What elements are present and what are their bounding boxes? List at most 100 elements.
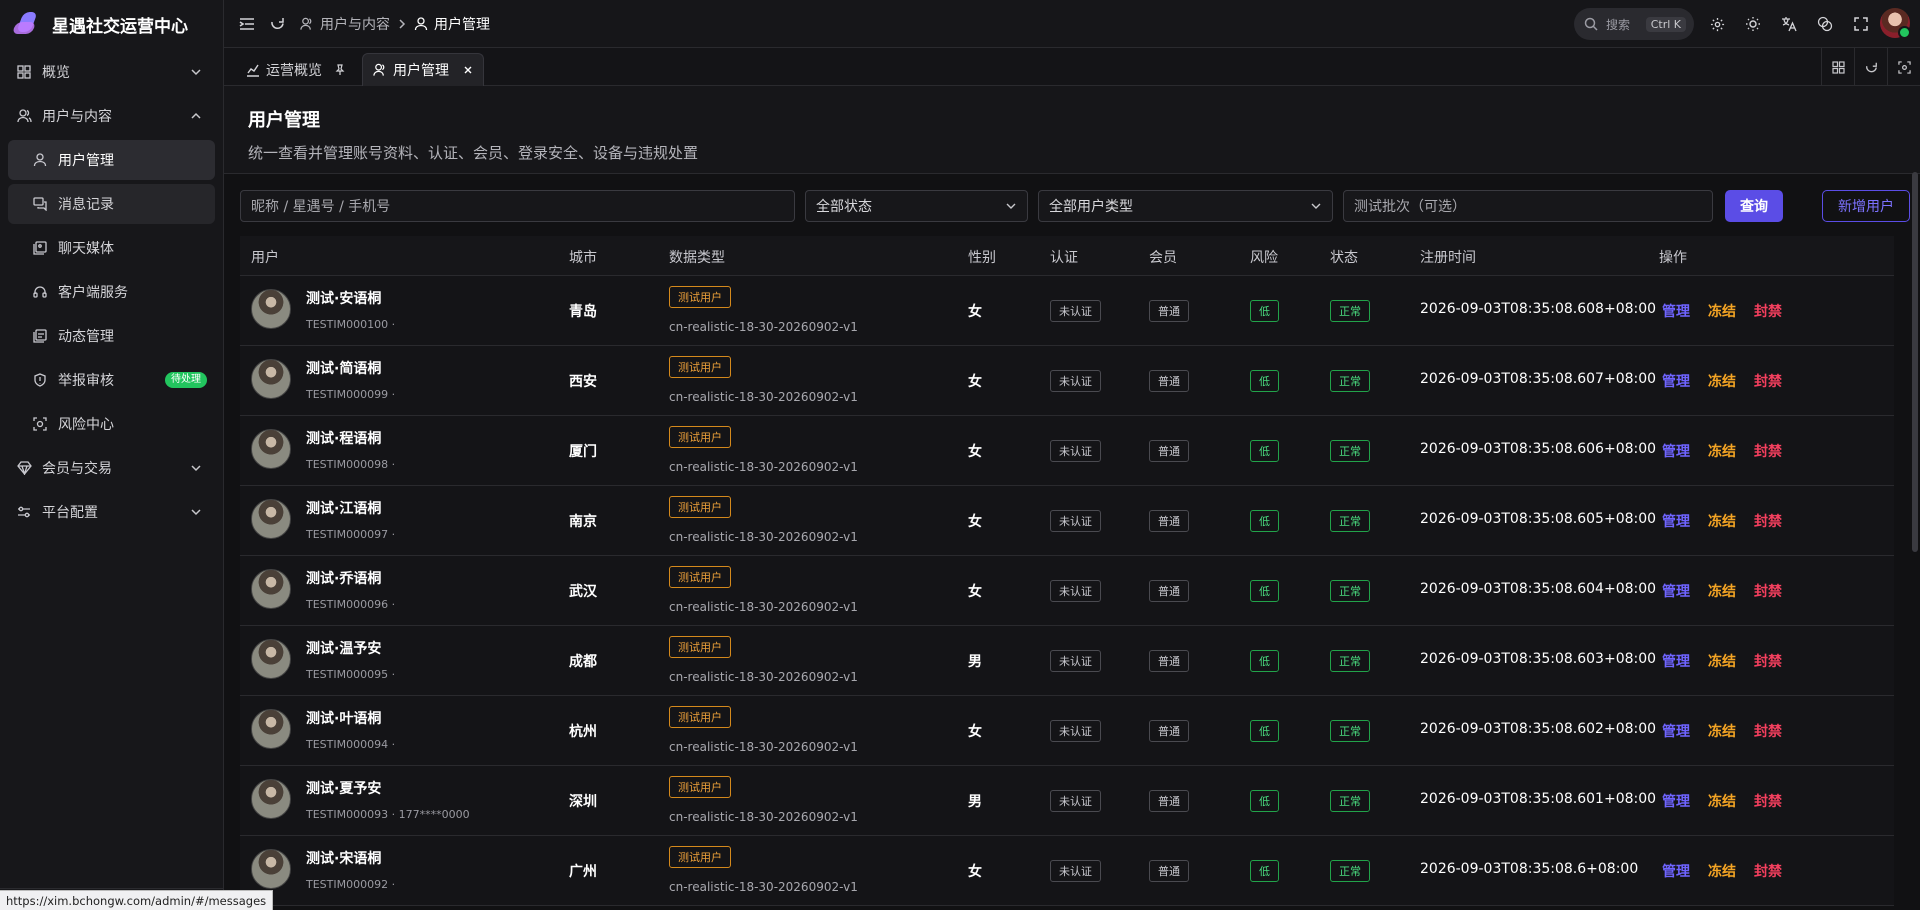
ban-link[interactable]: 封禁 bbox=[1754, 371, 1782, 391]
sidebar-item-report-review[interactable]: 举报审核 待处理 bbox=[8, 360, 215, 400]
sidebar-item-chat-media[interactable]: 聊天媒体 bbox=[8, 228, 215, 268]
sidebar-item-platform-config[interactable]: 平台配置 bbox=[8, 492, 215, 532]
sidebar-item-overview[interactable]: 概览 bbox=[8, 52, 215, 92]
user-name[interactable]: 测试·江语桐 bbox=[306, 498, 381, 518]
user-city: 南京 bbox=[569, 514, 597, 530]
query-button[interactable]: 查询 bbox=[1725, 190, 1783, 222]
sidebar: 星遇社交运营中心 概览 用户与内容 用户管理 消息记录 聊天媒体 客户端服务 动… bbox=[0, 0, 224, 910]
table-row[interactable]: 测试·程语桐 TESTIM000098 · 厦门 测试用户 cn-realist… bbox=[240, 416, 1894, 486]
col-regtime: 注册时间 bbox=[1420, 250, 1476, 266]
user-name[interactable]: 测试·程语桐 bbox=[306, 428, 381, 448]
tab-user-management[interactable]: 用户管理 bbox=[362, 53, 484, 86]
message-icon bbox=[32, 196, 48, 212]
freeze-link[interactable]: 冻结 bbox=[1708, 861, 1736, 881]
user-name[interactable]: 测试·宋语桐 bbox=[306, 848, 381, 868]
breadcrumb-item[interactable]: 用户与内容 bbox=[320, 14, 390, 34]
filter-bar: 昵称 / 星遇号 / 手机号 全部状态 全部用户类型 测试批次（可选） 查询 新… bbox=[240, 190, 1910, 222]
sidebar-item-feed-management[interactable]: 动态管理 bbox=[8, 316, 215, 356]
keyword-input[interactable]: 昵称 / 星遇号 / 手机号 bbox=[240, 190, 795, 222]
focus-icon[interactable] bbox=[1887, 48, 1920, 86]
add-user-button[interactable]: 新增用户 bbox=[1822, 190, 1910, 222]
pin-icon[interactable] bbox=[334, 63, 346, 76]
menu-toggle-icon[interactable] bbox=[232, 9, 262, 39]
user-name[interactable]: 测试·夏予安 bbox=[306, 778, 381, 798]
table-row[interactable]: 测试·安语桐 TESTIM000100 · 青岛 测试用户 cn-realist… bbox=[240, 276, 1894, 346]
table-row[interactable]: 测试·宋语桐 TESTIM000092 · 广州 测试用户 cn-realist… bbox=[240, 836, 1894, 906]
users-icon bbox=[300, 17, 312, 30]
batch-input[interactable]: 测试批次（可选） bbox=[1343, 190, 1713, 222]
risk-badge: 低 bbox=[1250, 650, 1279, 672]
avatar[interactable] bbox=[1880, 8, 1911, 39]
ban-link[interactable]: 封禁 bbox=[1754, 511, 1782, 531]
scrollbar[interactable] bbox=[1912, 172, 1918, 552]
freeze-link[interactable]: 冻结 bbox=[1708, 721, 1736, 741]
table-row[interactable]: 测试·叶语桐 TESTIM000094 · 杭州 测试用户 cn-realist… bbox=[240, 696, 1894, 766]
refresh-icon[interactable] bbox=[262, 9, 292, 39]
manage-link[interactable]: 管理 bbox=[1662, 511, 1690, 531]
chevron-up-icon bbox=[191, 112, 201, 119]
freeze-link[interactable]: 冻结 bbox=[1708, 301, 1736, 321]
freeze-link[interactable]: 冻结 bbox=[1708, 651, 1736, 671]
user-name[interactable]: 测试·叶语桐 bbox=[306, 708, 381, 728]
sidebar-item-label: 动态管理 bbox=[58, 329, 114, 345]
tab-overview[interactable]: 运营概览 bbox=[236, 53, 356, 86]
sidebar-item-label: 用户与内容 bbox=[42, 109, 112, 125]
ban-link[interactable]: 封禁 bbox=[1754, 721, 1782, 741]
manage-link[interactable]: 管理 bbox=[1662, 301, 1690, 321]
user-name[interactable]: 测试·安语桐 bbox=[306, 288, 381, 308]
sidebar-item-client-service[interactable]: 客户端服务 bbox=[8, 272, 215, 312]
palette-icon[interactable] bbox=[1810, 9, 1840, 39]
freeze-link[interactable]: 冻结 bbox=[1708, 441, 1736, 461]
brand: 星遇社交运营中心 bbox=[0, 0, 223, 48]
gear-icon[interactable] bbox=[1702, 9, 1732, 39]
table-row[interactable]: 测试·乔语桐 TESTIM000096 · 武汉 测试用户 cn-realist… bbox=[240, 556, 1894, 626]
ban-link[interactable]: 封禁 bbox=[1754, 581, 1782, 601]
user-name[interactable]: 测试·乔语桐 bbox=[306, 568, 381, 588]
freeze-link[interactable]: 冻结 bbox=[1708, 791, 1736, 811]
cert-badge: 未认证 bbox=[1050, 860, 1101, 882]
sidebar-item-membership-trade[interactable]: 会员与交易 bbox=[8, 448, 215, 488]
manage-link[interactable]: 管理 bbox=[1662, 721, 1690, 741]
search-box[interactable]: 搜索 Ctrl K bbox=[1574, 8, 1694, 40]
user-avatar bbox=[251, 779, 291, 819]
ban-link[interactable]: 封禁 bbox=[1754, 791, 1782, 811]
manage-link[interactable]: 管理 bbox=[1662, 791, 1690, 811]
usertype-select[interactable]: 全部用户类型 bbox=[1038, 190, 1333, 222]
freeze-link[interactable]: 冻结 bbox=[1708, 511, 1736, 531]
sun-icon[interactable] bbox=[1738, 9, 1768, 39]
manage-link[interactable]: 管理 bbox=[1662, 861, 1690, 881]
register-time: 2026-09-03T08:35:08.602+08:00 bbox=[1420, 721, 1657, 737]
sidebar-item-messages[interactable]: 消息记录 bbox=[8, 184, 215, 224]
freeze-link[interactable]: 冻结 bbox=[1708, 371, 1736, 391]
refresh-icon[interactable] bbox=[1854, 48, 1887, 86]
sidebar-item-risk-center[interactable]: 风险中心 bbox=[8, 404, 215, 444]
sidebar-item-user-management[interactable]: 用户管理 bbox=[8, 140, 215, 180]
ban-link[interactable]: 封禁 bbox=[1754, 651, 1782, 671]
col-status: 状态 bbox=[1330, 250, 1358, 266]
manage-link[interactable]: 管理 bbox=[1662, 441, 1690, 461]
manage-link[interactable]: 管理 bbox=[1662, 371, 1690, 391]
manage-link[interactable]: 管理 bbox=[1662, 651, 1690, 671]
ban-link[interactable]: 封禁 bbox=[1754, 861, 1782, 881]
member-badge: 普通 bbox=[1149, 580, 1189, 602]
table-row[interactable]: 测试·简语桐 TESTIM000099 · 西安 测试用户 cn-realist… bbox=[240, 346, 1894, 416]
user-name[interactable]: 测试·简语桐 bbox=[306, 358, 381, 378]
grid-icon[interactable] bbox=[1821, 48, 1854, 86]
ban-link[interactable]: 封禁 bbox=[1754, 301, 1782, 321]
sidebar-item-label: 风险中心 bbox=[58, 417, 114, 433]
fullscreen-icon[interactable] bbox=[1846, 9, 1876, 39]
user-name[interactable]: 测试·温予安 bbox=[306, 638, 381, 658]
freeze-link[interactable]: 冻结 bbox=[1708, 581, 1736, 601]
manage-link[interactable]: 管理 bbox=[1662, 581, 1690, 601]
user-gender: 女 bbox=[968, 584, 982, 600]
ban-link[interactable]: 封禁 bbox=[1754, 441, 1782, 461]
sidebar-item-users-content[interactable]: 用户与内容 bbox=[8, 96, 215, 136]
table-row[interactable]: 测试·江语桐 TESTIM000097 · 南京 测试用户 cn-realist… bbox=[240, 486, 1894, 556]
register-time: 2026-09-03T08:35:08.601+08:00 bbox=[1420, 791, 1657, 807]
translate-icon[interactable] bbox=[1774, 9, 1804, 39]
status-select[interactable]: 全部状态 bbox=[805, 190, 1028, 222]
member-badge: 普通 bbox=[1149, 300, 1189, 322]
close-icon[interactable] bbox=[463, 65, 473, 75]
table-row[interactable]: 测试·夏予安 TESTIM000093 · 177****0000 深圳 测试用… bbox=[240, 766, 1894, 836]
table-row[interactable]: 测试·温予安 TESTIM000095 · 成都 测试用户 cn-realist… bbox=[240, 626, 1894, 696]
